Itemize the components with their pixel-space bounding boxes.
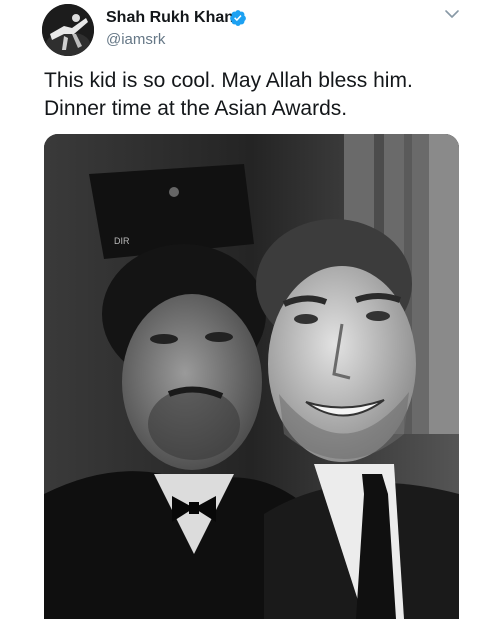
chevron-down-icon[interactable]: [444, 8, 460, 20]
tweet-text-line: Dinner time at the Asian Awards.: [44, 97, 348, 120]
tweet-photo[interactable]: DIR: [44, 134, 459, 619]
selfie-photo-image: DIR: [44, 134, 459, 619]
tweet-card: Shah Rukh Khan @iamsrk This kid is so co…: [0, 0, 495, 619]
avatar-photo-icon: [42, 4, 94, 56]
author-display-name[interactable]: Shah Rukh Khan: [106, 9, 234, 27]
tweet-text-line: This kid is so cool. May Allah bless him…: [44, 69, 413, 92]
verified-badge-icon: [230, 10, 246, 26]
author-handle[interactable]: @iamsrk: [106, 31, 165, 48]
tweet-text: This kid is so cool. May Allah bless him…: [44, 67, 464, 123]
photo-board-text: DIR: [114, 236, 130, 246]
author-avatar[interactable]: [42, 4, 94, 56]
